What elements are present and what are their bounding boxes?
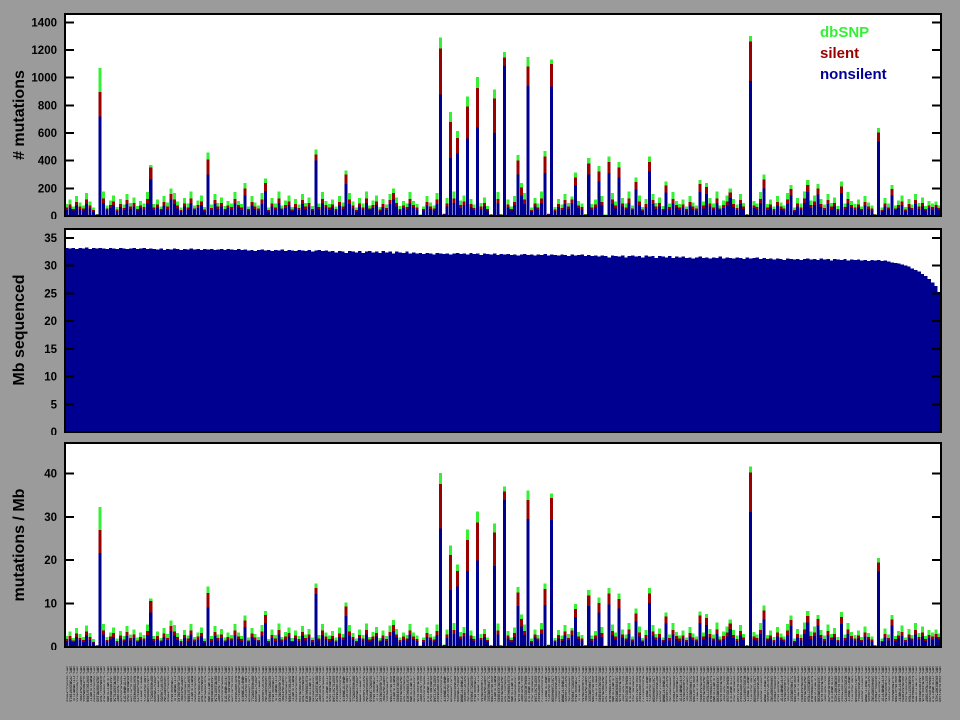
y-axis-title-mutations-per-mb: mutations / Mb [11,488,28,602]
svg-text:600: 600 [38,128,57,140]
svg-text:25: 25 [44,288,57,300]
legend: dbSNP silent nonsilent [820,22,887,85]
svg-text:1000: 1000 [31,73,57,85]
svg-text:10: 10 [44,372,57,384]
svg-text:200: 200 [38,183,57,195]
svg-text:30: 30 [44,512,57,524]
sample-label: SMPL-E0DT6L5KYCSAR [937,666,941,702]
svg-text:0: 0 [51,642,57,650]
mutations-per-mb-panel: 0 10 20 30 40 [44,442,942,650]
svg-text:1400: 1400 [31,17,57,29]
y-axis-title-mb-sequenced: Mb sequenced [11,274,28,386]
svg-text:30: 30 [44,261,57,273]
svg-text:0: 0 [51,211,57,219]
svg-text:40: 40 [44,468,57,480]
legend-item-dbsnp: dbSNP [820,24,870,41]
svg-text:5: 5 [51,399,58,411]
svg-text:0: 0 [51,427,57,435]
svg-text:20: 20 [44,555,57,567]
svg-text:800: 800 [38,100,57,112]
x-axis-sample-labels: SMPL-0EV9R5L1FWAS6 SMPL-7P5M3DVAT8K1G SMPL… [65,666,942,720]
mutations-panel: 0 200 400 600 800 1000 1200 1400 [31,13,942,219]
svg-text:10: 10 [44,599,57,611]
svg-text:35: 35 [44,233,57,245]
svg-text:1200: 1200 [31,45,57,57]
legend-item-silent: silent [820,45,860,62]
mutation-figure: 0 200 400 600 800 1000 1200 1400 0 5 10 15 20 25 30 35… [0,0,960,720]
svg-text:20: 20 [44,316,57,328]
svg-text:400: 400 [38,156,57,168]
mb-sequenced-panel: 0 5 10 15 20 25 30 35 [44,228,942,435]
legend-item-nonsilent: nonsilent [820,66,887,83]
y-axis-title-mutations: # mutations [11,70,28,160]
svg-text:15: 15 [44,344,57,356]
